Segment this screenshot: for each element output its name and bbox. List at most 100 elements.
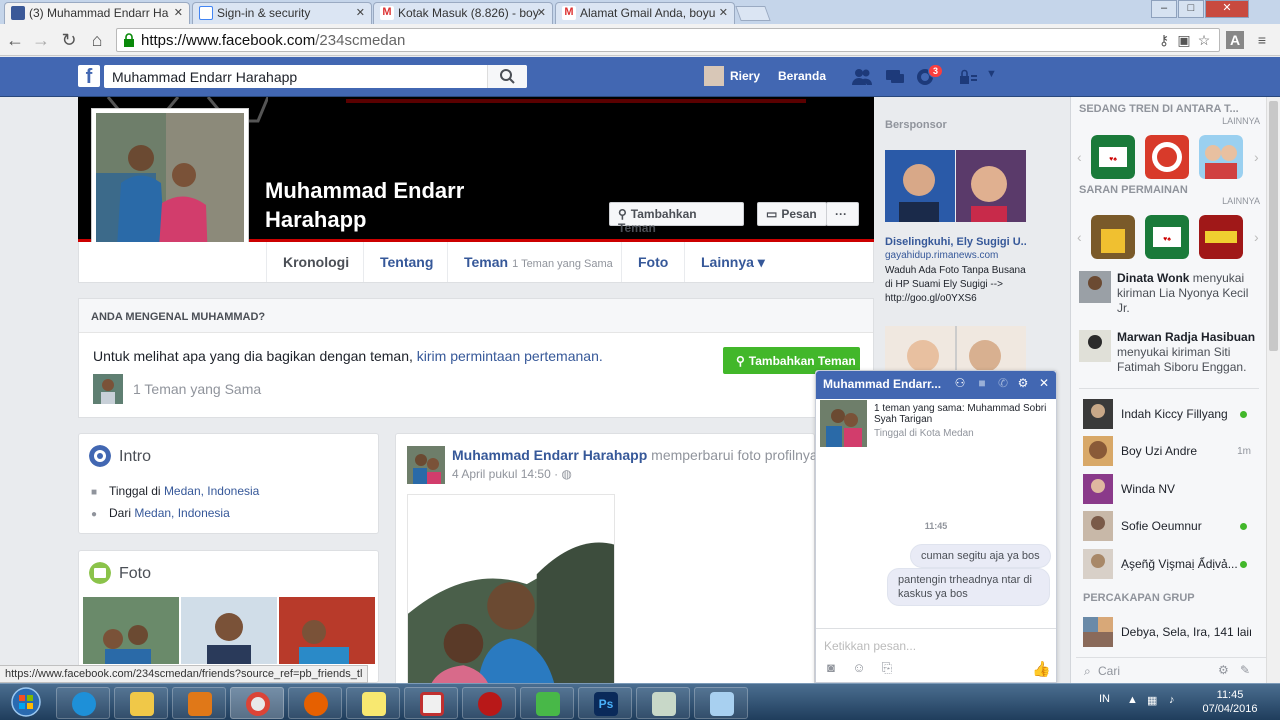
trending-more-link[interactable]: LAINNYA (1222, 116, 1260, 126)
chevron-right-icon[interactable]: › (1254, 149, 1259, 165)
taskbar-firefox[interactable] (288, 687, 342, 719)
privacy-lock-icon[interactable] (958, 67, 980, 87)
photo-thumb-2[interactable] (181, 597, 277, 664)
phone-call-icon[interactable]: ✆ (996, 376, 1010, 392)
close-tab-icon[interactable]: ✕ (356, 6, 365, 19)
games-more-link[interactable]: LAINNYA (1222, 196, 1260, 206)
post-author-link[interactable]: Muhammad Endarr Harahapp (452, 447, 647, 463)
ad-image-2[interactable] (885, 326, 1026, 374)
chat-contact-avatar[interactable] (820, 400, 867, 447)
ad-image[interactable] (885, 150, 1026, 222)
add-people-icon[interactable]: ⚇ (953, 376, 967, 392)
message-button[interactable]: ▭ Pesan (757, 202, 827, 226)
ad-title-link[interactable]: Diselingkuhi, Ely Sugigi U... (885, 236, 1026, 248)
compose-icon[interactable]: ✎ (1240, 663, 1250, 677)
taskbar-notes[interactable] (346, 687, 400, 719)
chat-contact[interactable]: Sofie Oeumnur (1083, 511, 1253, 541)
ticker-item[interactable]: Marwan Radja Hasibuan menyukai kiriman S… (1079, 330, 1259, 375)
tab-lainnya[interactable]: Lainnya ▾ (684, 242, 781, 282)
photo-thumb-3[interactable] (279, 597, 375, 664)
user-avatar[interactable] (704, 66, 724, 86)
like-thumb-icon[interactable]: 👍 (1032, 660, 1051, 678)
chat-contact[interactable]: Ạşeñğ Vịşmaị Ẩdịvả... (1083, 549, 1253, 579)
close-tab-icon[interactable]: ✕ (174, 6, 183, 19)
mutual-friend-avatar[interactable] (93, 374, 123, 404)
taskbar-chrome[interactable] (230, 687, 284, 719)
post-photo[interactable] (407, 494, 615, 694)
friend-requests-icon[interactable] (851, 67, 873, 87)
address-bar[interactable]: https://www.facebook.com/234scmedan (116, 28, 1220, 52)
chat-contact[interactable]: Winda NV (1083, 474, 1253, 504)
home-link[interactable]: Beranda (778, 69, 826, 83)
search-button[interactable] (487, 65, 527, 88)
game-poker-icon-2[interactable]: ♥♠ (1145, 215, 1189, 259)
extension-icon[interactable]: A (1226, 31, 1244, 49)
post-author-avatar[interactable] (407, 446, 445, 484)
account-menu-chevron-down-icon[interactable]: ▼ (986, 68, 997, 80)
key-icon[interactable]: ⚷ (1155, 31, 1173, 49)
browser-tab-gmail-inbox[interactable]: M Kotak Masuk (8.826) - boy ✕ (373, 2, 553, 24)
emoji-icon[interactable]: ☺ (851, 660, 867, 676)
attachment-icon[interactable]: ⎘ (879, 660, 895, 676)
browser-tab-facebook[interactable]: (3) Muhammad Endarr Ha ✕ (4, 2, 190, 24)
photo-thumb-1[interactable] (83, 597, 179, 664)
send-friend-request-link[interactable]: kirim permintaan pertemanan. (417, 348, 603, 364)
taskbar-app[interactable] (404, 687, 458, 719)
game-capsa-icon[interactable] (1199, 215, 1243, 259)
tab-teman[interactable]: Teman 1 Teman yang Sama (447, 242, 629, 282)
ad-domain[interactable]: gayahidup.rimanews.com (885, 250, 998, 261)
tab-foto[interactable]: Foto (621, 242, 684, 282)
post-timestamp[interactable]: 4 April pukul 14:50 · (452, 467, 561, 481)
game-characters-icon[interactable] (1199, 135, 1243, 179)
volume-icon[interactable]: ♪ (1169, 694, 1175, 706)
network-icon[interactable]: ▦ (1147, 694, 1157, 707)
chat-contact[interactable]: Boy Uzi Andre 1m (1083, 436, 1253, 466)
new-tab-button[interactable] (735, 6, 771, 21)
game-poker-icon[interactable]: ♥♠ (1091, 135, 1135, 179)
taskbar-internet-explorer[interactable] (56, 687, 110, 719)
back-icon[interactable]: ← (4, 29, 26, 51)
translate-icon[interactable]: ▣ (1175, 31, 1193, 49)
group-conversation[interactable]: Debya, Sela, Ira, 141 lainn... (1083, 617, 1253, 647)
lives-place-link[interactable]: Medan, Indonesia (164, 484, 259, 498)
settings-gear-icon[interactable]: ⚙ (1218, 663, 1229, 677)
taskbar-window[interactable] (694, 687, 748, 719)
taskbar-game[interactable] (462, 687, 516, 719)
taskbar-media-player[interactable] (172, 687, 226, 719)
add-friend-button[interactable]: ⚲ Tambahkan Teman (609, 202, 744, 235)
game-chip-icon[interactable] (1145, 135, 1189, 179)
profile-name[interactable]: Muhammad Endarr Harahapp (265, 176, 565, 234)
ticker-item[interactable]: Dinata Wonk menyukai kiriman Lia Nyonya … (1079, 271, 1259, 316)
tab-kronologi[interactable]: Kronologi (266, 242, 365, 282)
browser-tab-signin[interactable]: Sign-in & security ✕ (192, 2, 372, 24)
bookmark-star-icon[interactable]: ☆ (1195, 31, 1213, 49)
system-clock[interactable]: 11:45 07/04/2016 (1194, 688, 1266, 716)
chevron-right-icon[interactable]: › (1254, 229, 1259, 245)
minimize-button[interactable]: – (1151, 0, 1177, 18)
scrollbar-thumb[interactable] (1269, 101, 1278, 351)
game-temple-icon[interactable] (1091, 215, 1135, 259)
input-language-indicator[interactable]: IN (1099, 693, 1110, 705)
facebook-search-input[interactable] (104, 65, 527, 88)
close-tab-icon[interactable]: ✕ (537, 6, 546, 19)
home-icon[interactable]: ⌂ (86, 29, 108, 51)
taskbar-bluestacks[interactable] (520, 687, 574, 719)
browser-tab-gmail-address[interactable]: M Alamat Gmail Anda, boyu ✕ (555, 2, 735, 24)
menu-icon[interactable]: ≡ (1253, 31, 1271, 49)
chat-contact[interactable]: Indah Kiccy Fillyang (1083, 399, 1253, 429)
taskbar-explorer[interactable] (114, 687, 168, 719)
page-scrollbar[interactable] (1266, 97, 1280, 683)
profile-link[interactable]: Riery (730, 69, 760, 83)
mutual-friends-link[interactable]: 1 Teman yang Sama (133, 381, 261, 397)
from-place-link[interactable]: Medan, Indonesia (134, 506, 229, 520)
chat-search-bar[interactable]: ⌕ Cari ⚙ ✎ (1076, 661, 1266, 681)
tab-tentang[interactable]: Tentang (363, 242, 449, 282)
windows-start-button[interactable] (6, 686, 46, 719)
forward-icon[interactable]: → (30, 29, 52, 51)
close-window-button[interactable]: ✕ (1205, 0, 1249, 18)
chevron-left-icon[interactable]: ‹ (1077, 149, 1082, 165)
show-hidden-icons-chevron-icon[interactable]: ▲ (1127, 694, 1138, 706)
taskbar-photoshop[interactable]: Ps (578, 687, 632, 719)
reload-icon[interactable]: ↻ (58, 29, 80, 51)
chat-header[interactable]: Muhammad Endarr... ⚇ ■ ✆ ⚙ ✕ (816, 371, 1056, 399)
